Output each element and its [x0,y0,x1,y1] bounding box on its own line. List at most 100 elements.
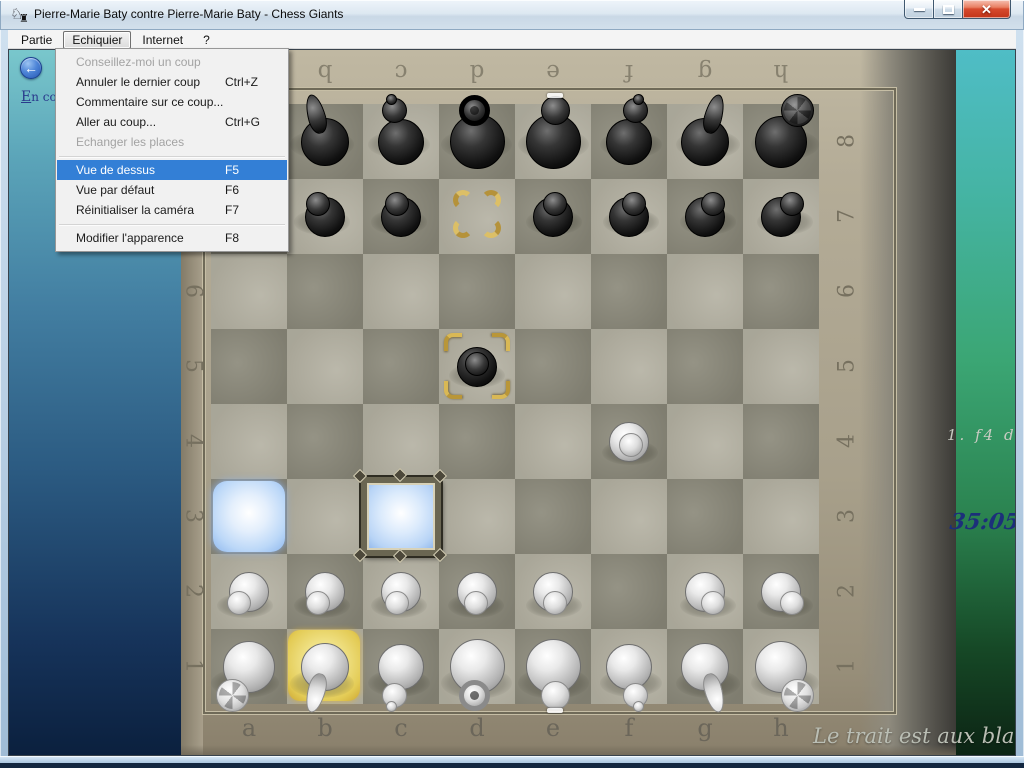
minimize-button[interactable] [904,0,934,19]
square-d3[interactable] [439,479,515,554]
piece-black-rook-h8[interactable] [743,104,819,179]
square-c6[interactable] [363,254,439,329]
square-g6[interactable] [667,254,743,329]
menubar-item-?[interactable]: ? [194,31,219,49]
square-e3[interactable] [515,479,591,554]
square-g3[interactable] [667,479,743,554]
menu-item-2[interactable]: Commentaire sur ce coup... [57,92,287,112]
menubar-item-echiquier[interactable]: Echiquier [63,31,131,49]
menu-item-8[interactable]: Réinitialiser la caméraF7 [57,200,287,220]
piece-black-knight-g8[interactable] [667,104,743,179]
piece-white-knight-g1[interactable] [667,629,743,704]
back-button[interactable]: ← [20,57,42,79]
piece-black-pawn-e7[interactable] [515,179,591,254]
piece-black-pawn-g7[interactable] [667,179,743,254]
pawn-head [701,192,725,216]
menu-item-label: Commentaire sur ce coup... [76,95,225,109]
square-f5[interactable] [591,329,667,404]
piece-white-rook-a1[interactable] [211,629,287,704]
menu-item-6[interactable]: Vue de dessusF5 [57,160,287,180]
square-h6[interactable] [743,254,819,329]
file-label-top-e: e [546,59,560,85]
app-icon: ♘♜ [10,6,30,24]
square-e6[interactable] [515,254,591,329]
piece-white-pawn-d2[interactable] [439,554,515,629]
minimize-icon [914,8,925,11]
piece-black-pawn-c7[interactable] [363,179,439,254]
menubar-item-partie[interactable]: Partie [12,31,61,49]
piece-black-bishop-f8[interactable] [591,104,667,179]
square-c4[interactable] [363,404,439,479]
piece-white-pawn-e2[interactable] [515,554,591,629]
maximize-button[interactable] [934,0,963,19]
window-edge-bottom [0,763,1024,768]
square-h4[interactable] [743,404,819,479]
piece-white-king-e1[interactable] [515,629,591,704]
piece-black-queen-d8[interactable] [439,104,515,179]
piece-black-pawn-h7[interactable] [743,179,819,254]
square-f2[interactable] [591,554,667,629]
piece-white-pawn-b2[interactable] [287,554,363,629]
piece-black-pawn-f7[interactable] [591,179,667,254]
square-a5[interactable] [211,329,287,404]
maximize-icon [943,5,954,14]
highlight-cursor-c3[interactable] [363,479,439,554]
menu-item-10[interactable]: Modifier l'apparenceF8 [57,228,287,248]
pawn-head [464,591,488,615]
square-h5[interactable] [743,329,819,404]
square-g4[interactable] [667,404,743,479]
square-f6[interactable] [591,254,667,329]
square-g5[interactable] [667,329,743,404]
square-d6[interactable] [439,254,515,329]
piece-black-king-e8[interactable] [515,104,591,179]
menu-item-shortcut: F7 [225,203,277,217]
piece-white-rook-h1[interactable] [743,629,819,704]
square-a6[interactable] [211,254,287,329]
menu-item-shortcut: F8 [225,231,277,245]
square-b3[interactable] [287,479,363,554]
pawn-head [619,433,643,457]
square-e4[interactable] [515,404,591,479]
square-c5[interactable] [363,329,439,404]
echiquier-menu: Conseillez-moi un coupAnnuler le dernier… [55,48,289,252]
piece-black-pawn-b7[interactable] [287,179,363,254]
background-right-gradient [956,50,1016,755]
piece-white-pawn-c2[interactable] [363,554,439,629]
piece-black-pawn-d5[interactable] [439,329,515,404]
piece-white-bishop-f1[interactable] [591,629,667,704]
file-label-bottom-c: c [394,714,407,742]
clock: 35:05 [948,509,1016,535]
piece-white-pawn-g2[interactable] [667,554,743,629]
square-b5[interactable] [287,329,363,404]
titlebar[interactable]: ♘♜ Pierre-Marie Baty contre Pierre-Marie… [0,0,1024,30]
piece-black-knight-b8[interactable] [287,104,363,179]
menu-item-1[interactable]: Annuler le dernier coupCtrl+Z [57,72,287,92]
square-b4[interactable] [287,404,363,479]
back-arrow-icon: ← [24,61,38,75]
piece-white-bishop-c1[interactable] [363,629,439,704]
piece-white-pawn-f4[interactable] [591,404,667,479]
menu-item-3[interactable]: Aller au coup...Ctrl+G [57,112,287,132]
file-label-top-h: h [774,59,789,85]
piece-white-pawn-h2[interactable] [743,554,819,629]
rank-label-right-4: 4 [835,434,860,448]
king-head [541,96,570,125]
square-b6[interactable] [287,254,363,329]
close-button[interactable]: ✕ [963,0,1011,19]
pawn-head [306,192,330,216]
highlight-legal-a3[interactable] [211,479,287,554]
menubar-item-internet[interactable]: Internet [133,31,192,49]
piece-white-knight-b1[interactable] [287,629,363,704]
menu-item-7[interactable]: Vue par défautF6 [57,180,287,200]
piece-black-bishop-c8[interactable] [363,104,439,179]
piece-white-queen-d1[interactable] [439,629,515,704]
square-a4[interactable] [211,404,287,479]
square-f3[interactable] [591,479,667,554]
square-d4[interactable] [439,404,515,479]
app-window: ♘♜ Pierre-Marie Baty contre Pierre-Marie… [0,0,1024,768]
square-e5[interactable] [515,329,591,404]
rank-label-right-8: 8 [835,134,860,148]
piece-white-pawn-a2[interactable] [211,554,287,629]
file-label-bottom-e: e [546,714,560,742]
square-h3[interactable] [743,479,819,554]
